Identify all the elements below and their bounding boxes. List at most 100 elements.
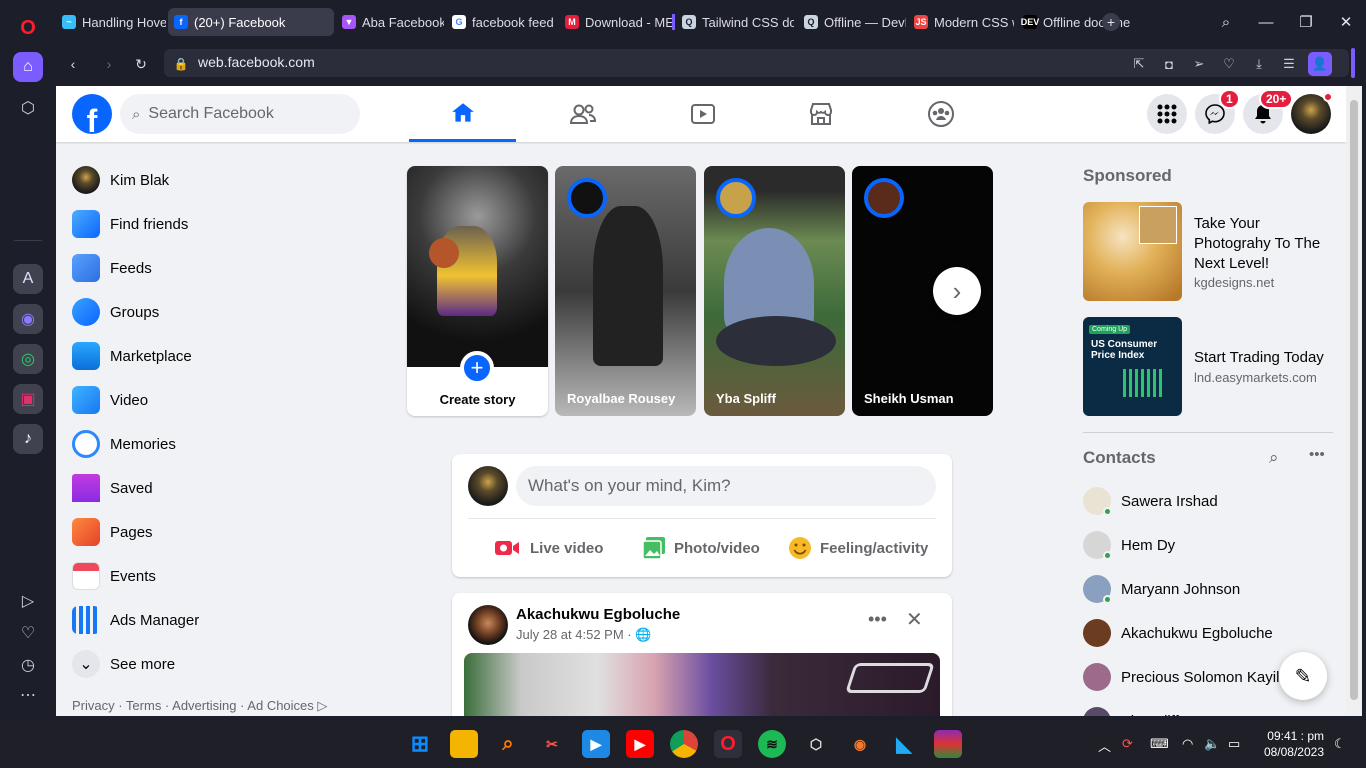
sidebar-item-kim-blak[interactable]: Kim Blak: [64, 158, 364, 202]
facebook-logo-icon[interactable]: f: [72, 94, 112, 134]
player-icon[interactable]: ▷: [13, 586, 43, 616]
tab-4[interactable]: M Download - ME: [559, 8, 673, 36]
camera-icon[interactable]: ◘: [1160, 55, 1178, 73]
tab-2[interactable]: ▼ Aba Facebook: [336, 8, 444, 36]
profile-icon[interactable]: 👤: [1308, 52, 1332, 76]
instagram-icon[interactable]: ▣: [13, 384, 43, 414]
tab-marketplace[interactable]: [767, 86, 874, 142]
tab-6[interactable]: Q Offline — DevD: [798, 8, 906, 36]
contact-item[interactable]: Sawera Irshad: [1083, 479, 1218, 523]
clock[interactable]: 09:41 : pm 08/08/2023: [1262, 728, 1324, 760]
opera-logo-icon[interactable]: O: [13, 13, 43, 43]
tab-0[interactable]: ~ Handling Hover: [56, 8, 166, 36]
sidebar-item-marketplace[interactable]: Marketplace: [64, 334, 364, 378]
messenger-icon[interactable]: ◉: [13, 304, 43, 334]
reload-icon[interactable]: ↻: [130, 53, 152, 75]
battery-icon[interactable]: ▭: [1228, 736, 1240, 752]
media-player-icon[interactable]: ▶: [582, 730, 610, 758]
new-tab-icon[interactable]: +: [1096, 10, 1126, 34]
search-app-icon[interactable]: ⌕: [494, 730, 522, 758]
new-message-icon[interactable]: ✎: [1279, 652, 1327, 700]
post-image[interactable]: [464, 653, 940, 716]
notifications-button[interactable]: 20+: [1243, 89, 1294, 134]
sidebar-item-pages[interactable]: Pages: [64, 510, 364, 554]
close-post-icon[interactable]: ✕: [906, 607, 923, 632]
sidebar-item-events[interactable]: Events: [64, 554, 364, 598]
sponsored-ad[interactable]: Coming Up US Consumer Price Index Start …: [1083, 317, 1333, 417]
search-box[interactable]: ⌕: [120, 94, 360, 134]
volume-icon[interactable]: 🔈: [1204, 736, 1220, 752]
youtube-icon[interactable]: ▶: [626, 730, 654, 758]
tab-3[interactable]: Gfacebook feed g: [446, 8, 556, 36]
page-scrollbar[interactable]: [1346, 86, 1362, 716]
tray-chevron-icon[interactable]: ︿: [1098, 736, 1111, 755]
heart-icon[interactable]: ♡: [13, 618, 43, 648]
sidebar-item-memories[interactable]: Memories: [64, 422, 364, 466]
maximize-icon[interactable]: ❐: [1291, 10, 1321, 34]
sidebar-item-find-friends[interactable]: Find friends: [64, 202, 364, 246]
contacts-options-icon[interactable]: •••: [1309, 446, 1325, 463]
menu-grid-icon[interactable]: [1147, 94, 1187, 134]
download-icon[interactable]: ⤓: [1250, 55, 1268, 73]
sidebar-item-ads-manager[interactable]: Ads Manager: [64, 598, 364, 642]
post-author[interactable]: Akachukwu Egboluche: [516, 606, 680, 623]
post-timestamp[interactable]: July 28 at 4:52 PM · 🌐: [516, 627, 651, 643]
tab-5[interactable]: Q Tailwind CSS do: [676, 8, 794, 36]
easy-setup-icon[interactable]: ☰: [1280, 55, 1298, 73]
post-author-avatar[interactable]: [468, 605, 508, 645]
minimize-icon[interactable]: —: [1251, 10, 1281, 34]
search-input[interactable]: [148, 105, 339, 123]
photo-video-button[interactable]: Photo/video: [642, 532, 760, 564]
tab-1[interactable]: f (20+) Facebook: [168, 8, 334, 36]
file-explorer-icon[interactable]: [450, 730, 478, 758]
sidebar-item-video[interactable]: Video: [64, 378, 364, 422]
back-icon[interactable]: ‹: [62, 53, 84, 75]
home-icon[interactable]: ⌂: [13, 52, 43, 82]
sidebar-item-saved[interactable]: Saved: [64, 466, 364, 510]
tray-sync-icon[interactable]: ⟳: [1122, 736, 1133, 752]
wifi-icon[interactable]: ◠: [1182, 736, 1193, 752]
status-input[interactable]: [516, 466, 936, 506]
favorite-icon[interactable]: ♡: [1220, 55, 1238, 73]
sidebar-item-feeds[interactable]: Feeds: [64, 246, 364, 290]
contact-item[interactable]: Maryann Johnson: [1083, 567, 1240, 611]
snip-tool-icon[interactable]: ✂: [538, 730, 566, 758]
live-video-button[interactable]: Live video: [494, 532, 603, 564]
contact-item[interactable]: Precious Solomon Kayili: [1083, 655, 1283, 699]
account-avatar[interactable]: [1291, 92, 1333, 134]
stories-next-icon[interactable]: ›: [933, 267, 981, 315]
sidebar-item-groups[interactable]: Groups: [64, 290, 364, 334]
more-icon[interactable]: ⋯: [13, 680, 43, 710]
close-window-icon[interactable]: ✕: [1331, 10, 1361, 34]
cube-icon[interactable]: ⬡: [13, 93, 43, 123]
chrome-icon[interactable]: [670, 730, 698, 758]
aria-icon[interactable]: A: [13, 264, 43, 294]
send-icon[interactable]: ➢: [1190, 55, 1208, 73]
tab-friends[interactable]: [529, 86, 636, 142]
history-icon[interactable]: ◷: [13, 650, 43, 680]
tiktok-icon[interactable]: ♪: [13, 424, 43, 454]
contact-item[interactable]: Vic Spliff: [1083, 699, 1179, 716]
story-card[interactable]: Royalbae Rousey: [555, 166, 696, 416]
keyboard-icon[interactable]: ⌨: [1150, 736, 1169, 752]
messenger-button[interactable]: 1: [1195, 89, 1240, 134]
contact-item[interactable]: Akachukwu Egboluche: [1083, 611, 1273, 655]
composer-avatar[interactable]: [468, 466, 508, 506]
tab-watch[interactable]: [649, 86, 756, 142]
sidebar-item-see-more[interactable]: ⌄ See more: [64, 642, 364, 686]
winrar-icon[interactable]: [934, 730, 962, 758]
url-text[interactable]: web.facebook.com: [198, 54, 315, 70]
search-tabs-icon[interactable]: ⌕: [1211, 10, 1241, 34]
notification-center-icon[interactable]: ☾: [1334, 736, 1346, 752]
whatsapp-icon[interactable]: ◎: [13, 344, 43, 374]
scrollbar-thumb[interactable]: [1350, 100, 1358, 700]
spotify-icon[interactable]: ≋: [758, 730, 786, 758]
sponsored-ad[interactable]: Take Your Photograhy To The Next Level! …: [1083, 202, 1333, 302]
windows-start-icon[interactable]: ⊞: [406, 730, 434, 758]
contacts-search-icon[interactable]: ⌕: [1269, 448, 1279, 468]
tab-groups[interactable]: [887, 86, 994, 142]
add-story-icon[interactable]: +: [460, 351, 494, 385]
feeling-activity-button[interactable]: Feeling/activity: [788, 532, 928, 564]
story-card[interactable]: Yba Spliff: [704, 166, 845, 416]
blender-icon[interactable]: ◉: [846, 730, 874, 758]
